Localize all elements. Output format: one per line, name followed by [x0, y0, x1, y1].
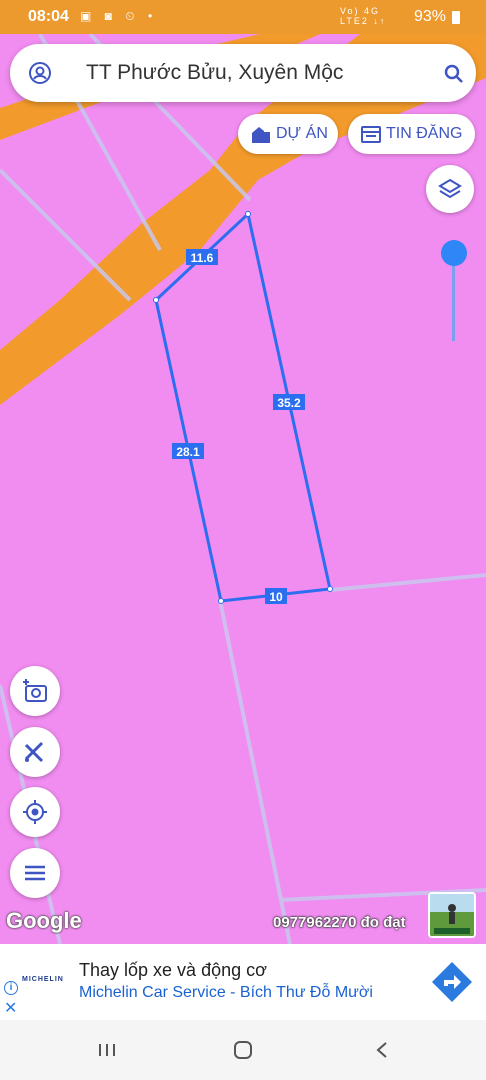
layers-icon [438, 178, 462, 199]
home-icon[interactable] [231, 1038, 255, 1062]
ad-advertiser[interactable]: Michelin Car Service - Bích Thư Đỗ Mười [79, 984, 373, 1002]
surveyor-avatar[interactable] [428, 892, 476, 938]
google-logo: Google [6, 908, 82, 933]
parcel-vertex [218, 598, 224, 604]
status-time: 08:04 [28, 8, 69, 25]
ad-info-icon[interactable]: i [4, 981, 18, 995]
opacity-slider-handle[interactable] [441, 240, 467, 266]
ruler-pencil-icon [24, 741, 44, 763]
edge-label-bottom: 10 [269, 590, 283, 604]
edge-label-top: 11.6 [191, 251, 214, 265]
project-button[interactable]: DỰ ÁN [238, 114, 338, 154]
battery-percent: 93% [414, 8, 447, 25]
system-nav-bar [0, 1020, 486, 1080]
parcel-vertex [245, 211, 251, 217]
map-canvas[interactable]: 11.6 35.2 28.1 10 [0, 34, 486, 944]
ad-headline[interactable]: Thay lốp xe và động cơ [79, 960, 267, 981]
back-icon[interactable] [370, 1038, 394, 1062]
user-icon[interactable] [28, 61, 52, 85]
search-query[interactable]: TT Phước Bửu, Xuyên Mộc [86, 61, 343, 85]
hamburger-menu-icon [25, 865, 45, 881]
notification-icons: ▣ ◙ ⏲ • [80, 9, 158, 23]
battery-icon [452, 11, 460, 24]
avatar-image [430, 894, 474, 936]
my-location-button[interactable] [10, 787, 60, 837]
location-target-icon [23, 800, 47, 824]
edge-labels: 11.6 35.2 28.1 10 [172, 249, 305, 604]
ad-logo: MICHELIN [22, 976, 64, 983]
layers-button[interactable] [426, 165, 474, 213]
measure-tool-button[interactable] [10, 727, 60, 777]
ad-close-icon[interactable]: ✕ [4, 998, 17, 1018]
opacity-slider-track[interactable] [452, 255, 455, 341]
listing-label: TIN ĐĂNG [386, 125, 463, 142]
project-label: DỰ ÁN [276, 125, 328, 142]
edge-label-left: 28.1 [176, 445, 200, 459]
listing-icon [361, 126, 381, 143]
search-icon[interactable] [442, 62, 466, 86]
parcel-vertex [327, 586, 333, 592]
parcel-vertex [153, 297, 159, 303]
edge-label-right: 35.2 [277, 396, 301, 410]
recent-apps-icon[interactable] [95, 1038, 119, 1062]
status-bar: 08:04 ▣ ◙ ⏲ • Vo) 4G LTE2 ↓↑ 93% [0, 0, 486, 34]
add-photo-button[interactable] [10, 666, 60, 716]
camera-plus-icon [23, 679, 47, 702]
ad-banner[interactable]: i ✕ MICHELIN Thay lốp xe và động cơ Mich… [0, 944, 486, 1020]
menu-button[interactable] [10, 848, 60, 898]
search-bar[interactable]: TT Phước Bửu, Xuyên Mộc [10, 44, 476, 102]
building-icon [252, 127, 270, 143]
signal-icons: Vo) 4G LTE2 ↓↑ [340, 6, 387, 26]
directions-arrow-icon[interactable] [430, 960, 474, 1004]
surveyor-credit: 0977962270 đo đạt [273, 914, 406, 931]
map-view[interactable]: 11.6 35.2 28.1 10 [0, 34, 486, 944]
listing-button[interactable]: TIN ĐĂNG [348, 114, 475, 154]
